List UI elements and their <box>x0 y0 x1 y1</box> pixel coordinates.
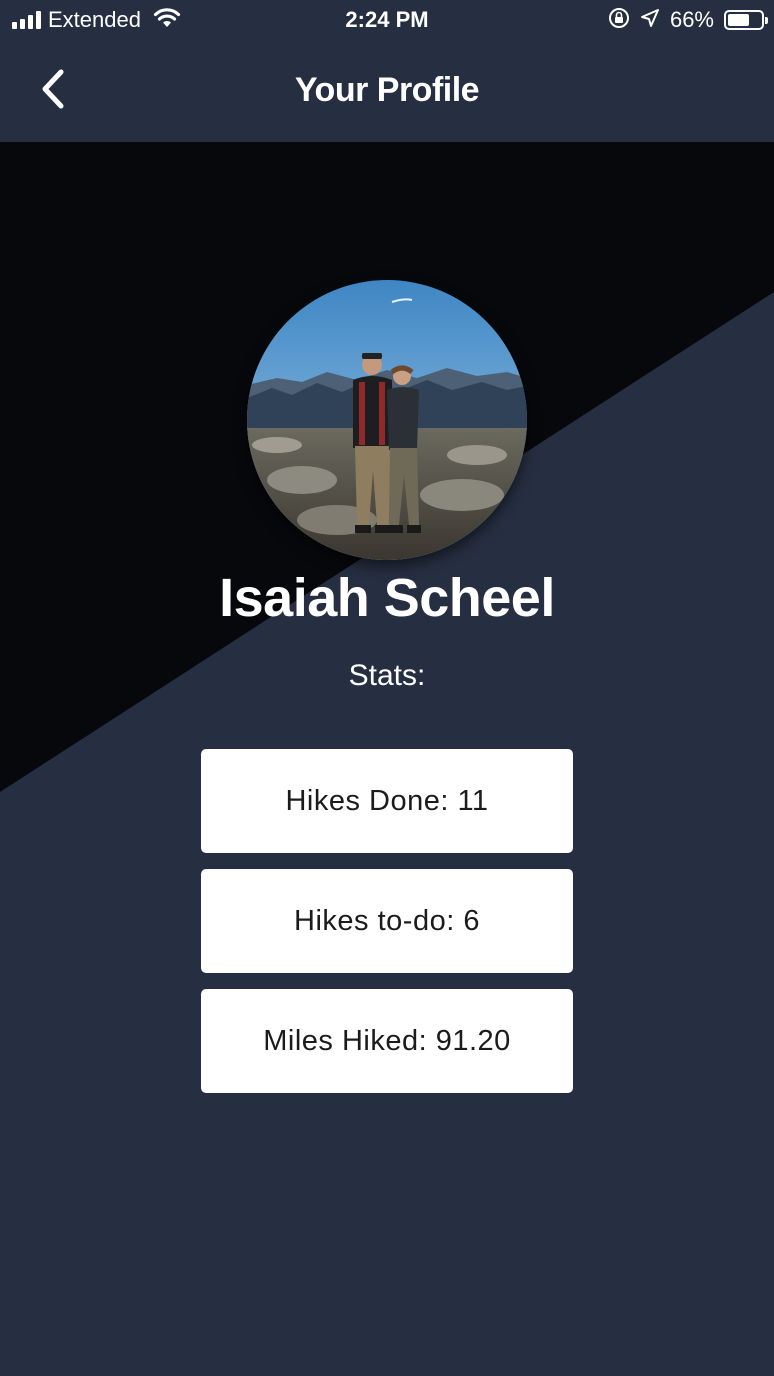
avatar <box>247 280 527 560</box>
profile-photo <box>247 280 527 560</box>
stat-hikes-done: Hikes Done: 11 <box>285 784 489 817</box>
page-title: Your Profile <box>294 71 480 109</box>
status-bar-right: 66% <box>608 6 768 34</box>
rotation-lock-icon <box>608 7 630 34</box>
battery-level <box>728 14 750 26</box>
nav-header: Your Profile <box>0 40 774 142</box>
battery-icon <box>724 10 768 30</box>
stats-heading: Stats: <box>348 659 426 692</box>
status-bar: Extended 2:24 PM 66% <box>0 0 774 40</box>
profile-content: Isaiah Scheel Stats: Hikes Done: 11 Hike… <box>0 142 774 1376</box>
stat-card-miles-hiked[interactable]: Miles Hiked: 91.20 <box>201 989 573 1093</box>
stat-card-hikes-done[interactable]: Hikes Done: 11 <box>201 749 573 853</box>
profile-name: Isaiah Scheel <box>219 568 555 628</box>
stat-card-hikes-todo[interactable]: Hikes to-do: 6 <box>201 869 573 973</box>
battery-percent: 66% <box>669 7 714 32</box>
stat-miles-hiked: Miles Hiked: 91.20 <box>263 1024 511 1057</box>
stat-hikes-todo: Hikes to-do: 6 <box>294 904 480 937</box>
location-arrow-icon <box>640 8 660 33</box>
